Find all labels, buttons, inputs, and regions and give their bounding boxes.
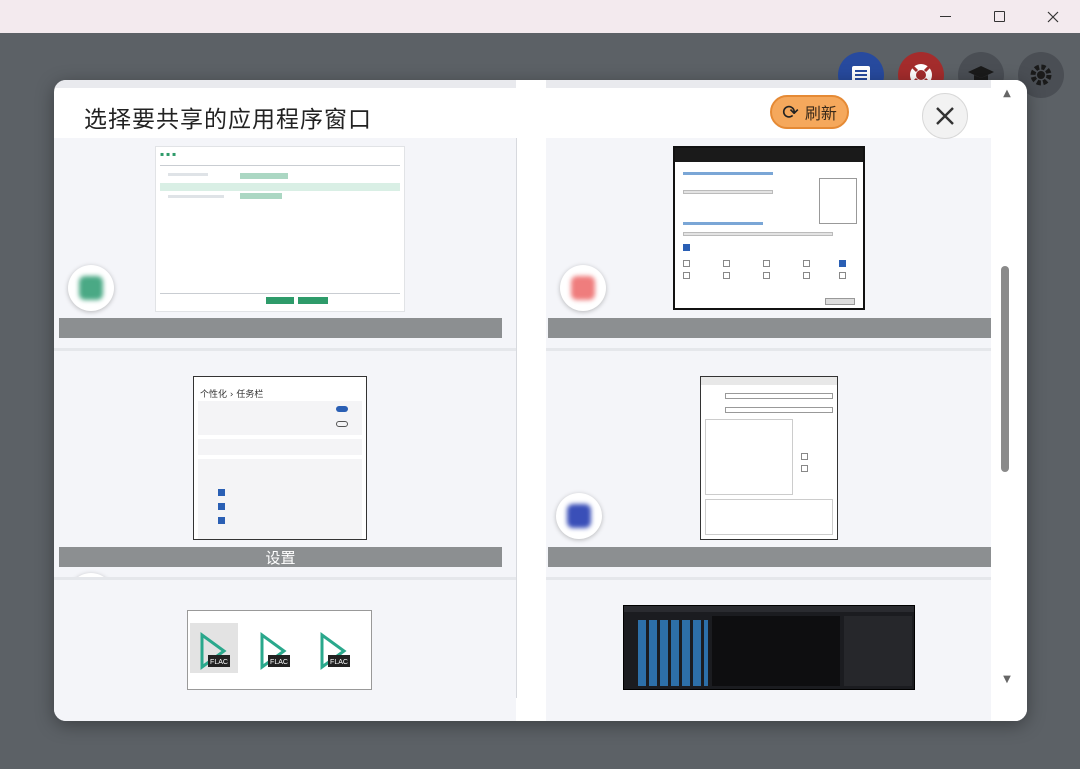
close-window-button[interactable]: [1026, 0, 1080, 33]
thumb-checkbox: [683, 272, 690, 279]
window-thumbnail: [673, 146, 865, 310]
thumb-line: [240, 173, 288, 179]
thumb-panel: [705, 419, 793, 495]
thumb-selected-row: [160, 183, 400, 191]
window-thumbnail: [700, 376, 838, 540]
minimize-button[interactable]: [918, 0, 972, 33]
thumb-checkbox: [218, 489, 225, 496]
refresh-button[interactable]: ⟳ 刷新: [770, 95, 849, 129]
thumb-checkbox: [723, 260, 730, 267]
minimize-icon: [939, 16, 951, 17]
thumb-line: [240, 193, 282, 199]
refresh-icon: ⟳: [782, 100, 799, 124]
scroll-up-arrow-icon[interactable]: ▲: [1000, 88, 1014, 99]
app-icon: [68, 265, 114, 311]
thumb-titlebar: [701, 377, 837, 385]
thumb-panel: [705, 499, 833, 535]
window-thumbnail: FLAC FLAC FLAC: [187, 610, 372, 690]
window-tile[interactable]: ▪ ▪ ▪: [54, 138, 516, 348]
window-label: [548, 547, 991, 567]
thumb-clip-grid: [638, 620, 708, 686]
window-thumbnail: 个性化 › 任务栏: [193, 376, 367, 540]
thumb-button: [298, 297, 328, 304]
window-titlebar: [0, 0, 1080, 33]
thumb-properties: [844, 616, 912, 686]
flac-file-icon: FLAC: [260, 632, 290, 670]
thumb-line: [168, 173, 208, 176]
thumb-checkbox: [803, 272, 810, 279]
window-tile[interactable]: 个性化 › 任务栏 设置: [54, 351, 516, 619]
share-window-dialog: ▪ ▪ ▪ 个性化 › 任务栏 设置 FLAC FLAC FLAC 选择要共享的…: [54, 80, 1027, 721]
thumb-checkbox: [839, 260, 846, 267]
close-icon: [1047, 11, 1059, 22]
thumb-line: [683, 172, 773, 175]
maximize-button[interactable]: [972, 0, 1026, 33]
thumb-line: [683, 190, 773, 194]
window-tile-peek: [54, 80, 516, 88]
dialog-title: 选择要共享的应用程序窗口: [84, 107, 372, 133]
svg-text:FLAC: FLAC: [270, 659, 288, 666]
thumb-checkbox: [683, 244, 690, 251]
window-label: 设置: [59, 547, 502, 567]
scroll-down-arrow-icon[interactable]: ▼: [1000, 674, 1014, 685]
window-thumbnail: ▪ ▪ ▪: [155, 146, 405, 312]
thumb-input: [725, 407, 833, 413]
thumb-titlebar: [675, 148, 863, 162]
thumb-line: [160, 293, 400, 294]
refresh-label: 刷新: [804, 104, 837, 123]
thumb-breadcrumb: 个性化 › 任务栏: [200, 390, 264, 400]
dialog-close-button[interactable]: [922, 93, 968, 139]
scrollbar-thumb[interactable]: [1001, 266, 1009, 472]
thumb-line: [683, 232, 833, 236]
thumb-checkbox: [801, 465, 808, 472]
thumb-checkbox: [218, 517, 225, 524]
close-icon: [936, 107, 954, 125]
thumb-checkbox: [683, 260, 690, 267]
flac-file-icon: FLAC: [320, 632, 350, 670]
thumb-line: [168, 195, 224, 198]
window-tile[interactable]: [546, 580, 991, 721]
thumb-viewer: [712, 616, 840, 686]
window-label: [59, 318, 502, 338]
thumb-tab: ▪ ▪ ▪: [160, 151, 177, 158]
thumb-checkbox: [218, 503, 225, 510]
thumb-card: [198, 439, 362, 455]
thumb-checkbox: [763, 260, 770, 267]
thumb-preview: [819, 178, 857, 224]
maximize-icon: [993, 11, 1005, 22]
gear-icon: [1030, 64, 1052, 86]
window-grid: ▪ ▪ ▪ 个性化 › 任务栏 设置 FLAC FLAC FLAC: [54, 80, 999, 721]
thumb-toggle: [336, 406, 348, 412]
svg-text:FLAC: FLAC: [210, 659, 228, 666]
dialog-header: 选择要共享的应用程序窗口 ⟳ 刷新: [74, 92, 991, 138]
thumb-checkbox: [839, 272, 846, 279]
thumb-checkbox: [803, 260, 810, 267]
flac-file-icon: FLAC: [200, 632, 230, 670]
column-divider: [516, 138, 517, 698]
svg-text:FLAC: FLAC: [330, 659, 348, 666]
thumb-line: [683, 222, 763, 225]
window-tile[interactable]: [546, 351, 991, 577]
thumb-line: [160, 165, 400, 166]
app-icon: [560, 265, 606, 311]
window-tile[interactable]: [546, 138, 991, 348]
thumb-button: [825, 298, 855, 305]
thumb-titlebar: [624, 606, 914, 612]
thumb-checkbox: [723, 272, 730, 279]
thumb-checkbox: [801, 453, 808, 460]
window-tile-peek: [546, 80, 991, 88]
window-tile[interactable]: FLAC FLAC FLAC: [54, 580, 516, 721]
thumb-toggle: [336, 421, 348, 427]
app-icon: [556, 493, 602, 539]
window-thumbnail: [623, 605, 915, 690]
window-label: [548, 318, 991, 338]
thumb-card: [198, 459, 362, 539]
thumb-button: [266, 297, 294, 304]
thumb-checkbox: [763, 272, 770, 279]
thumb-input: [725, 393, 833, 399]
